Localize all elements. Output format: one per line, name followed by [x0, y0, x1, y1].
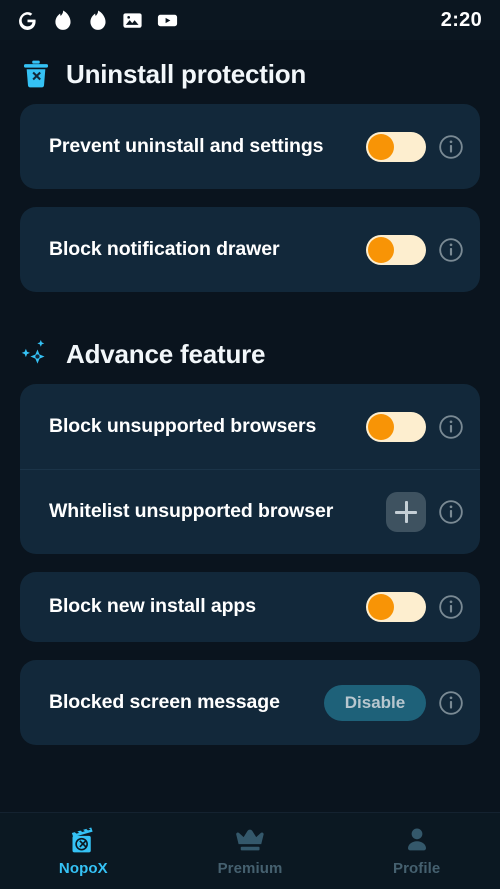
settings-scroll-area[interactable]: Uninstall protection Prevent uninstall a… [0, 40, 500, 812]
status-bar-notification-icons [16, 9, 179, 32]
status-bar: 2:20 [0, 0, 500, 40]
sparkles-icon [21, 339, 45, 364]
setting-label: Blocked screen message [49, 690, 280, 713]
blocked-screen-message-disable-button[interactable]: Disable [324, 684, 426, 721]
nav-label-profile: Profile [392, 860, 441, 877]
setting-row-blocked-screen-message[interactable]: Blocked screen message Disable [20, 660, 480, 745]
info-icon[interactable] [438, 134, 464, 160]
tinder-flame-icon-2 [90, 10, 106, 30]
tinder-flame-icon [55, 10, 71, 30]
setting-label: Prevent uninstall and settings [49, 134, 324, 157]
nav-label-nopox: NopoX [58, 860, 108, 877]
section-header-uninstall-protection: Uninstall protection [0, 40, 500, 104]
toggle-block-notification-drawer[interactable] [366, 234, 426, 265]
nopox-clapperboard-x-icon [72, 827, 93, 853]
nav-item-profile[interactable]: Profile [333, 825, 500, 877]
card-blocked-screen-message: Blocked screen message Disable [20, 660, 480, 745]
setting-row-whitelist-unsupported-browser[interactable]: Whitelist unsupported browser [20, 469, 480, 554]
toggle-block-unsupported-browsers[interactable] [366, 411, 426, 442]
toggle-block-new-install-apps[interactable] [366, 592, 426, 622]
person-icon [407, 828, 426, 851]
crown-icon [236, 829, 264, 851]
youtube-icon [157, 14, 178, 26]
status-bar-clock: 2:20 [440, 8, 482, 31]
setting-label: Whitelist unsupported browser [49, 500, 334, 523]
setting-row-block-unsupported-browsers[interactable]: Block unsupported browsers [20, 384, 480, 469]
bottom-navigation-bar: NopoX Premium Profile [0, 812, 500, 889]
info-icon[interactable] [438, 690, 464, 716]
info-icon[interactable] [438, 414, 464, 440]
nav-item-nopox[interactable]: NopoX [0, 825, 167, 877]
setting-row-prevent-uninstall[interactable]: Prevent uninstall and settings [20, 104, 480, 189]
setting-row-block-notification-drawer[interactable]: Block notification drawer [20, 207, 480, 292]
card-prevent-uninstall: Prevent uninstall and settings [20, 104, 480, 189]
section-title-advance-feature: Advance feature [66, 338, 266, 369]
setting-row-block-new-install-apps[interactable]: Block new install apps [20, 572, 480, 642]
setting-controls [366, 411, 464, 442]
info-icon[interactable] [438, 237, 464, 263]
info-icon[interactable] [438, 499, 464, 525]
trash-x-icon [24, 60, 48, 88]
add-whitelist-browser-button[interactable] [386, 492, 426, 532]
card-block-new-install-apps: Block new install apps [20, 572, 480, 642]
nav-item-premium[interactable]: Premium [167, 825, 334, 877]
setting-controls [366, 234, 464, 265]
card-browsers: Block unsupported browsers Whitelist uns… [20, 384, 480, 554]
setting-controls [386, 492, 464, 532]
setting-controls [366, 592, 464, 622]
card-block-notification-drawer: Block notification drawer [20, 207, 480, 292]
setting-controls [366, 131, 464, 162]
toggle-prevent-uninstall[interactable] [366, 131, 426, 162]
section-header-advance-feature: Advance feature [0, 310, 500, 384]
nav-label-premium: Premium [217, 860, 283, 877]
google-icon [19, 11, 36, 30]
setting-label: Block notification drawer [49, 237, 280, 260]
page-title: Uninstall protection [66, 58, 307, 89]
gallery-photo-icon [123, 12, 142, 28]
setting-controls: Disable [324, 684, 464, 721]
info-icon[interactable] [438, 594, 464, 620]
setting-label: Block new install apps [49, 595, 256, 618]
setting-label: Block unsupported browsers [49, 414, 317, 437]
